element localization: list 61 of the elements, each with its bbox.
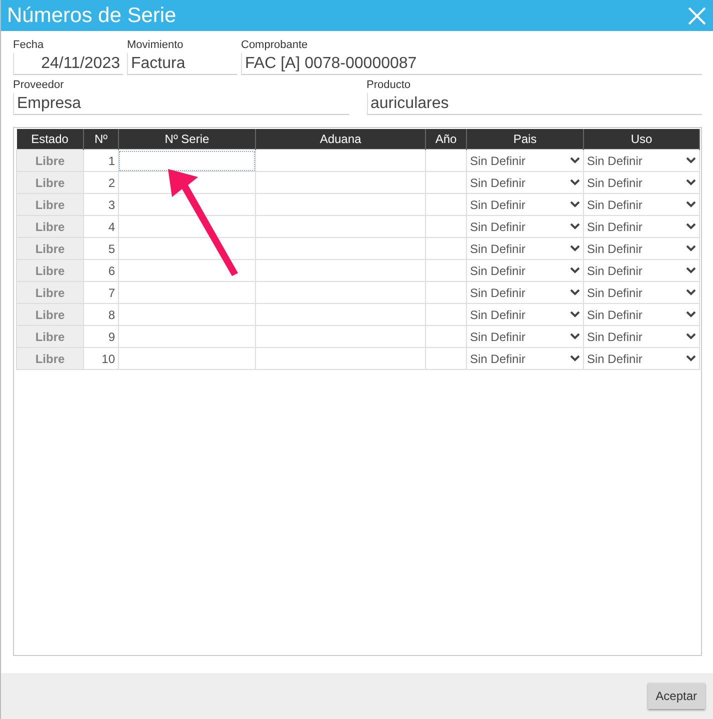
chevron-down-icon xyxy=(686,267,696,274)
number-cell: 7 xyxy=(84,282,118,304)
chevron-down-icon xyxy=(686,289,696,296)
field-label: Comprobante xyxy=(241,39,309,53)
chevron-down-icon xyxy=(570,289,580,296)
text-field[interactable]: auriculares xyxy=(366,93,702,115)
column-header: Pais xyxy=(466,129,584,150)
chevron-down-icon xyxy=(570,333,580,340)
text-field[interactable]: 24/11/2023 xyxy=(13,53,123,75)
field-label: Movimiento xyxy=(127,39,184,53)
status-cell: Libre xyxy=(16,348,84,370)
field-label: Producto xyxy=(366,79,412,93)
number-cell: 9 xyxy=(84,326,118,348)
chevron-down-icon xyxy=(686,201,696,208)
status-cell: Libre xyxy=(16,172,84,194)
chevron-down-icon xyxy=(570,267,580,274)
chevron-down-icon xyxy=(570,201,580,208)
close-icon[interactable] xyxy=(687,6,707,26)
chevron-down-icon xyxy=(686,333,696,340)
column-header: Nº Serie xyxy=(118,129,256,150)
number-cell: 1 xyxy=(84,150,118,172)
column-header: Estado xyxy=(16,129,84,150)
chevron-down-icon xyxy=(570,355,580,362)
chevron-down-icon xyxy=(570,223,580,230)
column-header: Año xyxy=(426,129,466,150)
status-cell: Libre xyxy=(16,194,84,216)
serial-input[interactable] xyxy=(119,150,255,170)
chevron-down-icon xyxy=(570,245,580,252)
status-cell: Libre xyxy=(16,326,84,348)
column-header: Aduana xyxy=(256,129,426,150)
accept-button[interactable]: Aceptar xyxy=(648,683,705,709)
chevron-down-icon xyxy=(686,311,696,318)
number-cell: 8 xyxy=(84,304,118,326)
number-cell: 4 xyxy=(84,216,118,238)
number-cell: 5 xyxy=(84,238,118,260)
number-cell: 3 xyxy=(84,194,118,216)
chevron-down-icon xyxy=(686,355,696,362)
chevron-down-icon xyxy=(686,179,696,186)
chevron-down-icon xyxy=(686,157,696,164)
status-cell: Libre xyxy=(16,150,84,172)
status-cell: Libre xyxy=(16,216,84,238)
text-field[interactable]: FAC [A] 0078-00000087 xyxy=(241,53,702,75)
number-cell: 10 xyxy=(84,348,118,370)
text-field[interactable]: Factura xyxy=(127,53,237,75)
field-label: Fecha xyxy=(13,39,45,53)
chevron-down-icon xyxy=(686,223,696,230)
status-cell: Libre xyxy=(16,238,84,260)
text-field[interactable]: Empresa xyxy=(13,93,348,115)
chevron-down-icon xyxy=(570,157,580,164)
window-title: Números de Serie xyxy=(7,4,176,28)
chevron-down-icon xyxy=(570,311,580,318)
status-cell: Libre xyxy=(16,260,84,282)
chevron-down-icon xyxy=(570,179,580,186)
status-cell: Libre xyxy=(16,282,84,304)
column-header: Uso xyxy=(584,129,700,150)
field-label: Proveedor xyxy=(13,79,65,93)
number-cell: 6 xyxy=(84,260,118,282)
chevron-down-icon xyxy=(686,245,696,252)
status-cell: Libre xyxy=(16,304,84,326)
column-header: Nº xyxy=(84,129,118,150)
number-cell: 2 xyxy=(84,172,118,194)
